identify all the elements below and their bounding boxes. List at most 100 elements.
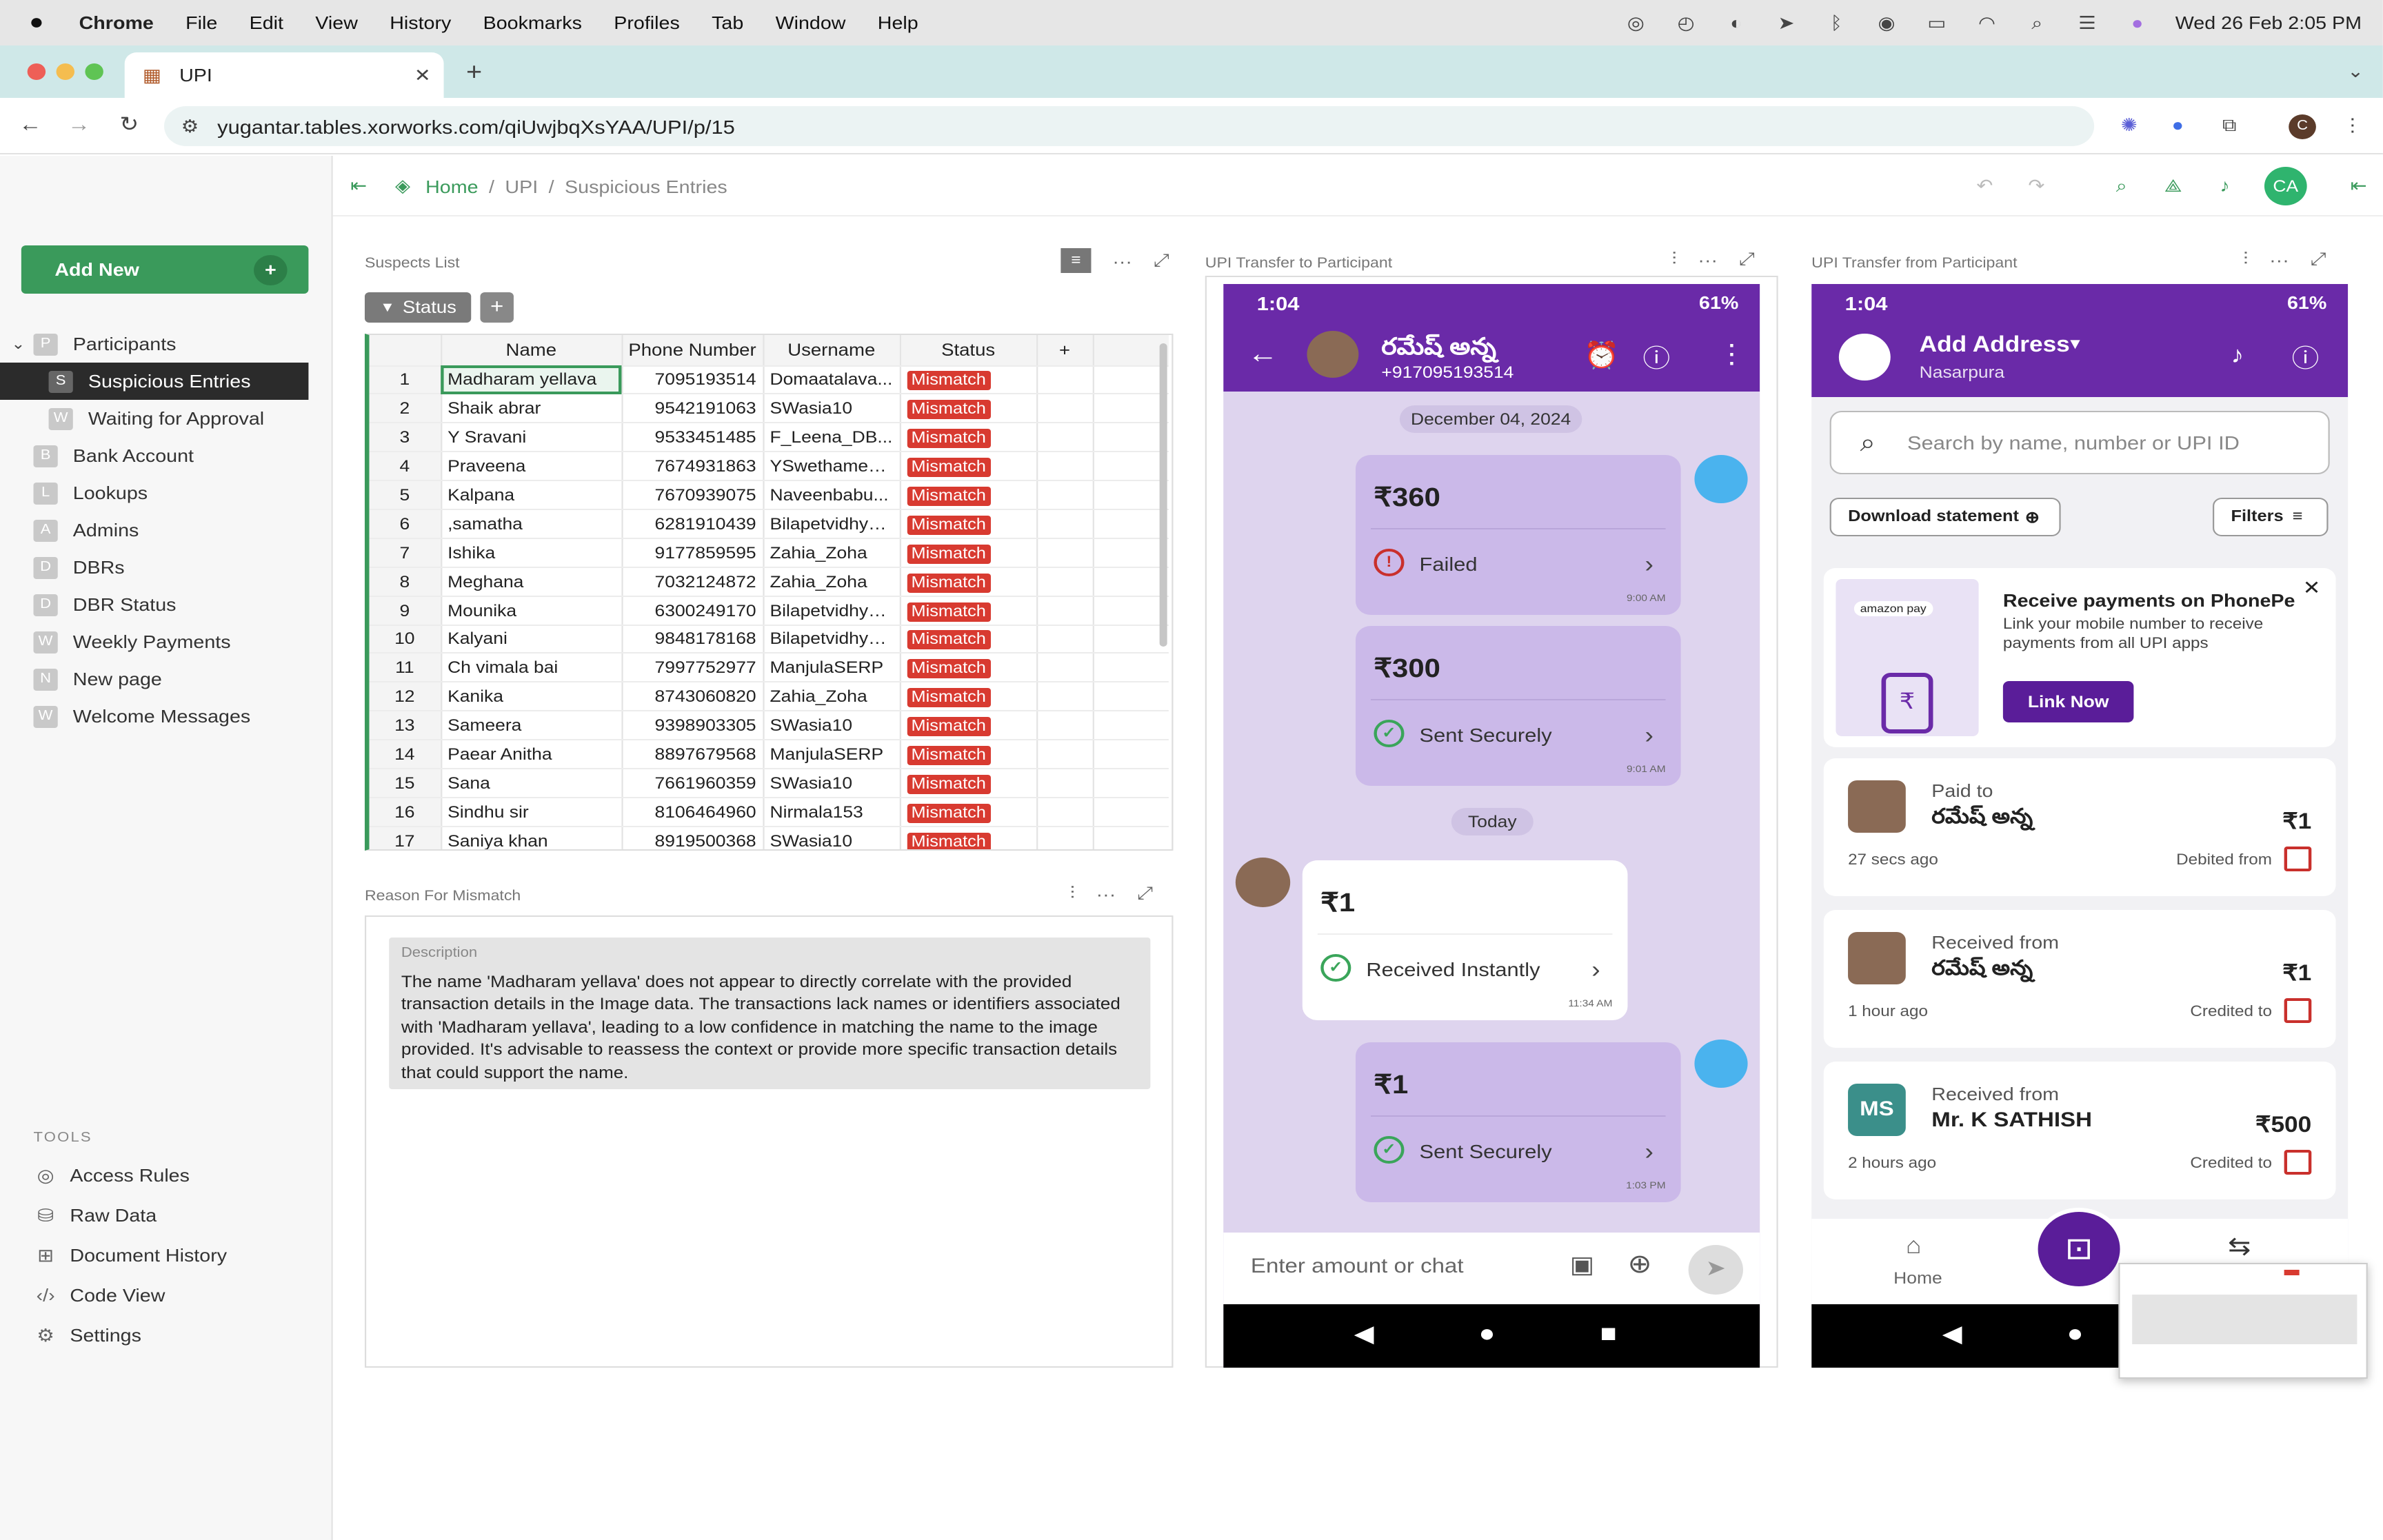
add-filter-button[interactable]: + (480, 292, 514, 323)
menu-help[interactable]: Help (878, 12, 918, 33)
table-row[interactable]: 16 Sindhu sir 8106464960 Nirmala153 Mismatch (369, 797, 1169, 827)
empty-cell[interactable] (1036, 711, 1094, 741)
help-icon[interactable]: ⓘ (2292, 339, 2320, 375)
filters-button[interactable]: Filters ≡ (2213, 498, 2329, 536)
nav-home-icon[interactable]: ● (1478, 1319, 1495, 1348)
add-column-button[interactable]: + (1036, 335, 1094, 366)
address-bar[interactable]: ⚙ yugantar.tables.xorworks.com/qiUwjbqXs… (164, 106, 2095, 146)
maximize-window-dot[interactable] (85, 63, 103, 80)
table-row[interactable]: 12 Kanika 8743060820 Zahia_Zoha Mismatch (369, 682, 1169, 712)
row-number-cell[interactable]: 13 (369, 711, 442, 741)
download-statement-button[interactable]: Download statement ⊕ (1829, 498, 2061, 536)
undo-icon[interactable]: ↶ (1973, 175, 1997, 197)
row-number-cell[interactable]: 7 (369, 538, 442, 568)
sidebar-item-waiting-for-approval[interactable]: W Waiting for Approval (0, 400, 333, 437)
help-icon[interactable]: ⓘ (1643, 339, 1671, 375)
menu-file[interactable]: File (185, 12, 217, 33)
empty-cell[interactable] (1036, 365, 1094, 395)
table-row[interactable]: 13 Sameera 9398903305 SWasia10 Mismatch (369, 711, 1169, 741)
address-dropdown-icon[interactable]: ▼ (2067, 336, 2083, 353)
row-number-cell[interactable]: 14 (369, 740, 442, 769)
empty-cell[interactable] (1036, 826, 1094, 849)
username-cell[interactable]: Zahia_Zoha (763, 567, 901, 597)
sidebar-item-suspicious-entries[interactable]: S Suspicious Entries (0, 363, 309, 400)
collapse-right-icon[interactable]: ⇤ (2346, 175, 2371, 197)
empty-cell[interactable] (1036, 797, 1094, 827)
profile-avatar[interactable]: C (2289, 114, 2316, 139)
status-cell[interactable]: Mismatch (899, 480, 1038, 510)
row-number-cell[interactable]: 8 (369, 567, 442, 597)
phone-cell[interactable]: 9848178168 (621, 625, 764, 654)
nav-home-icon[interactable]: ● (2067, 1319, 2083, 1348)
empty-cell[interactable] (1092, 365, 1169, 395)
status-cell[interactable]: Mismatch (899, 653, 1038, 683)
status-cell[interactable]: Mismatch (899, 596, 1038, 626)
add-new-button[interactable]: Add New + (21, 245, 309, 294)
close-promo-icon[interactable]: ✕ (2303, 576, 2321, 600)
tab-upi[interactable]: ▦ UPI ✕ (124, 52, 444, 98)
sidebar-item-lookups[interactable]: L Lookups (0, 474, 333, 511)
notification-bell-icon[interactable]: ♪ (2213, 175, 2237, 197)
row-number-cell[interactable]: 3 (369, 423, 442, 453)
chat-input[interactable]: Enter amount or chat (1251, 1255, 1464, 1278)
phone-cell[interactable]: 7670939075 (621, 480, 764, 510)
column-header-phone[interactable]: Phone Number (621, 335, 764, 366)
row-number-cell[interactable]: 11 (369, 653, 442, 683)
menu-history[interactable]: History (390, 12, 451, 33)
sort-filter-icon[interactable]: ⫶ (1671, 248, 1676, 270)
expand-icon[interactable]: ⤢ (1739, 248, 1755, 270)
status-cell[interactable]: Mismatch (899, 768, 1038, 798)
close-window-dot[interactable] (27, 63, 46, 80)
sidebar-item-participants[interactable]: ⌄ P Participants (0, 325, 333, 363)
name-cell[interactable]: Kalyani (441, 625, 623, 654)
phone-cell[interactable]: 9177859595 (621, 538, 764, 568)
spotlight-search-icon[interactable]: ⌕ (2025, 12, 2049, 34)
username-cell[interactable]: Domaatalava... (763, 365, 901, 395)
transaction-card[interactable]: MS Received from Mr. K SATHISH ₹500 2 ho… (1823, 1062, 2336, 1199)
extension-sparkle-icon[interactable]: ✺ (2117, 114, 2141, 136)
sidebar-item-bank-account[interactable]: B Bank Account (0, 437, 333, 474)
empty-cell[interactable] (1036, 480, 1094, 510)
menu-edit[interactable]: Edit (250, 12, 283, 33)
sort-filter-icon[interactable]: ≡ (1060, 248, 1092, 273)
breadcrumb-home[interactable]: Home (425, 176, 478, 196)
site-info-icon[interactable]: ⚙ (178, 115, 202, 137)
bluetooth-icon[interactable]: ᛒ (1824, 12, 1849, 34)
tool-document-history[interactable]: ⊞ Document History (0, 1235, 333, 1275)
column-header-name[interactable]: Name (441, 335, 623, 366)
sidebar-item-admins[interactable]: A Admins (0, 511, 333, 549)
column-header-username[interactable]: Username (763, 335, 901, 366)
empty-cell[interactable] (1092, 567, 1169, 597)
row-number-cell[interactable]: 17 (369, 826, 442, 849)
status-cell[interactable]: Mismatch (899, 740, 1038, 769)
phone-cell[interactable]: 7674931863 (621, 452, 764, 482)
status-cell[interactable]: Mismatch (899, 567, 1038, 597)
transaction-card[interactable]: Paid to రమేష్ అన్న ₹1 27 secs ago Debite… (1823, 758, 2336, 896)
expand-icon[interactable]: ⤢ (1137, 882, 1153, 904)
breadcrumb-upi[interactable]: UPI (505, 176, 538, 196)
empty-cell[interactable] (1092, 394, 1169, 424)
row-number-cell[interactable]: 4 (369, 452, 442, 482)
empty-cell[interactable] (1092, 797, 1169, 827)
empty-cell[interactable] (1036, 567, 1094, 597)
name-cell[interactable]: Y Sravani (441, 423, 623, 453)
row-number-cell[interactable]: 1 (369, 365, 442, 395)
username-cell[interactable]: Nirmala153 (763, 797, 901, 827)
row-number-cell[interactable]: 5 (369, 480, 442, 510)
empty-cell[interactable] (1036, 740, 1094, 769)
name-cell[interactable]: Ishika (441, 538, 623, 568)
phone-cell[interactable]: 7032124872 (621, 567, 764, 597)
sidebar-item-welcome-messages[interactable]: W Welcome Messages (0, 698, 333, 735)
empty-cell[interactable] (1092, 538, 1169, 568)
nav-back-icon[interactable]: ◀ (1942, 1321, 1962, 1348)
row-number-cell[interactable]: 15 (369, 768, 442, 798)
status-cell[interactable]: Mismatch (899, 797, 1038, 827)
table-row[interactable]: 11 Ch vimala bai 7997752977 ManjulaSERP Mism… (369, 653, 1169, 683)
send-icon[interactable]: ➤ (1688, 1245, 1743, 1295)
table-row[interactable]: 17 Saniya khan 8919500368 SWasia10 Mismatch (369, 826, 1169, 849)
username-cell[interactable]: SWasia10 (763, 826, 901, 849)
image-icon[interactable]: ▣ (1570, 1252, 1594, 1279)
menu-window[interactable]: Window (776, 12, 846, 33)
empty-cell[interactable] (1092, 423, 1169, 453)
username-cell[interactable]: SWasia10 (763, 768, 901, 798)
